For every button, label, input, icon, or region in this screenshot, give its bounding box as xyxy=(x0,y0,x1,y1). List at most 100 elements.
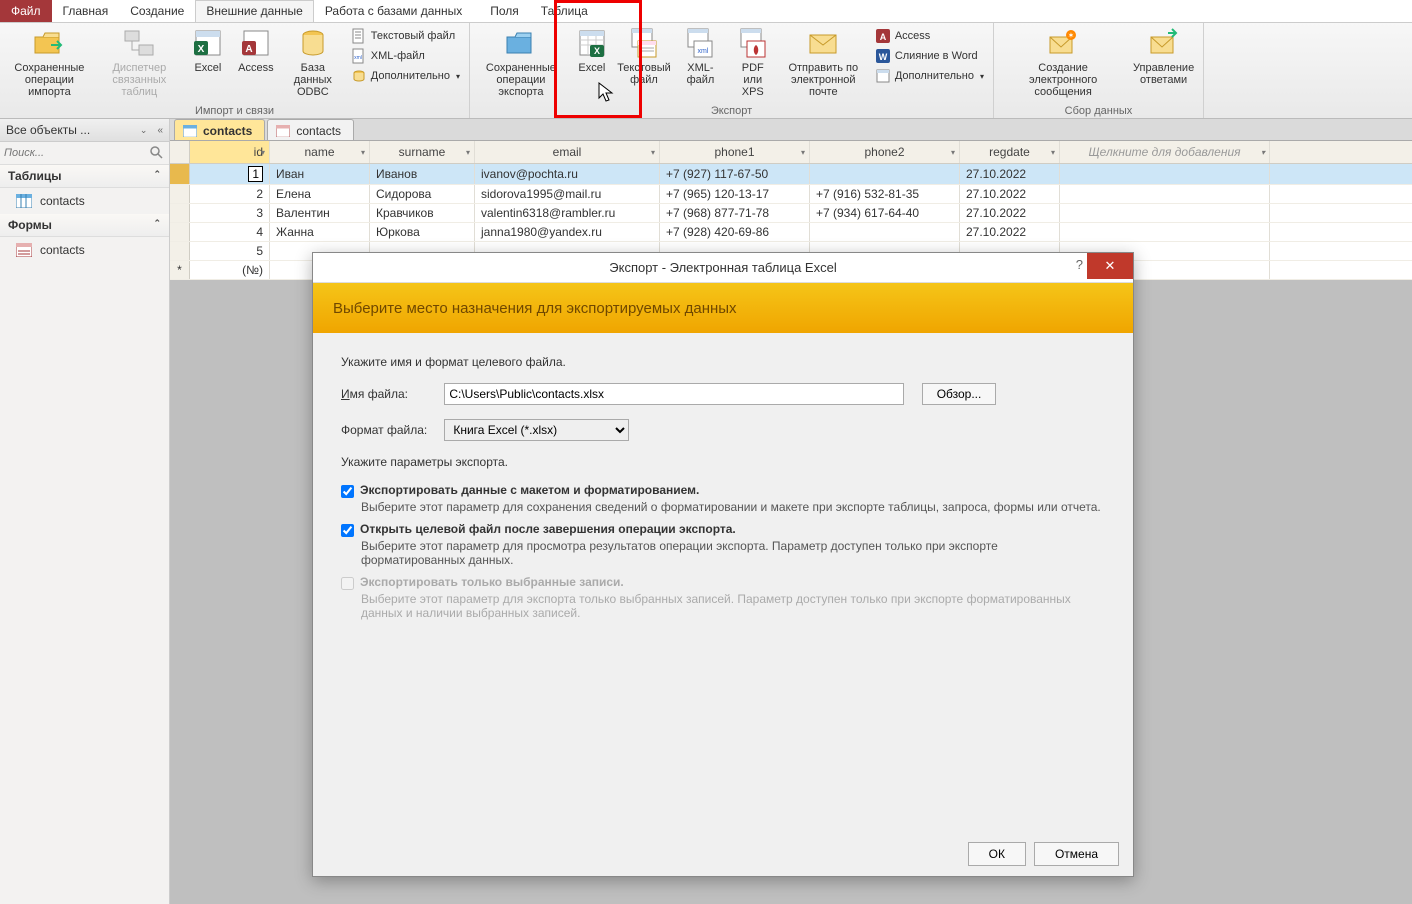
database-icon xyxy=(297,27,329,59)
export-word-merge-button[interactable]: WСлияние в Word xyxy=(872,47,987,65)
dialog-instr1: Укажите имя и формат целевого файла. xyxy=(341,355,1105,369)
col-email[interactable]: email▾ xyxy=(475,141,660,163)
folder-import-icon xyxy=(33,27,65,59)
chevron-up-icon: ⌃ xyxy=(153,169,161,183)
col-phone1[interactable]: phone1▾ xyxy=(660,141,810,163)
svg-text:A: A xyxy=(245,44,252,55)
svg-text:xml: xml xyxy=(698,48,709,55)
more-icon xyxy=(351,68,367,84)
search-icon[interactable] xyxy=(149,145,165,161)
doc-tab-contacts-form[interactable]: contacts xyxy=(267,119,354,140)
col-add[interactable]: Щелкните для добавления▾ xyxy=(1060,141,1270,163)
nav-group-forms[interactable]: Формы⌃ xyxy=(0,214,169,237)
table-row[interactable]: 2ЕленаСидороваsidorova1995@mail.ru+7 (96… xyxy=(170,185,1412,204)
folder-export-icon xyxy=(505,27,537,59)
cancel-button[interactable]: Отмена xyxy=(1034,842,1119,866)
doc-tab-contacts-active[interactable]: contacts xyxy=(174,119,265,140)
xml-file-icon: xml xyxy=(351,48,367,64)
chk-selected-desc: Выберите этот параметр для экспорта толь… xyxy=(361,592,1105,620)
import-access-button[interactable]: A Access xyxy=(234,25,278,76)
import-more-button[interactable]: Дополнительно▾ xyxy=(348,67,463,85)
chk-open-label: Открыть целевой файл после завершения оп… xyxy=(360,522,736,536)
form-object-icon xyxy=(276,125,290,137)
replies-icon xyxy=(1148,27,1180,59)
text-file-icon xyxy=(351,28,367,44)
table-row[interactable]: 4ЖаннаЮрковаjanna1980@yandex.ru+7 (928) … xyxy=(170,223,1412,242)
more-export-icon xyxy=(875,68,891,84)
manage-replies-button[interactable]: Управление ответами xyxy=(1130,25,1197,88)
import-xml-button[interactable]: xmlXML-файл xyxy=(348,47,463,65)
export-more-button[interactable]: Дополнительно▾ xyxy=(872,67,987,85)
chk-open[interactable] xyxy=(341,524,354,537)
chevron-up-icon: ⌃ xyxy=(153,218,161,232)
col-id[interactable]: id▾ xyxy=(190,141,270,163)
tab-file[interactable]: Файл xyxy=(0,0,52,22)
tab-table[interactable]: Таблица xyxy=(530,0,599,22)
col-regdate[interactable]: regdate▾ xyxy=(960,141,1060,163)
col-name[interactable]: name▾ xyxy=(270,141,370,163)
filename-label: Имя файла: xyxy=(341,387,441,401)
export-text-button[interactable]: Текстовый файл xyxy=(618,25,670,88)
excel-export-icon: X xyxy=(576,27,608,59)
nav-table-contacts[interactable]: contacts xyxy=(0,188,169,214)
tab-fields[interactable]: Поля xyxy=(479,0,530,22)
format-label: Формат файла: xyxy=(341,423,441,437)
table-row[interactable]: 1ИванИвановivanov@pochta.ru+7 (927) 117-… xyxy=(170,164,1412,185)
chk-layout[interactable] xyxy=(341,485,354,498)
ok-button[interactable]: ОК xyxy=(968,842,1026,866)
linked-tables-icon xyxy=(123,27,155,59)
export-excel-button[interactable]: X Excel xyxy=(570,25,614,76)
tab-dbtools[interactable]: Работа с базами данных xyxy=(314,0,473,22)
export-access-button[interactable]: AAccess xyxy=(872,27,987,45)
tab-external-data[interactable]: Внешние данные xyxy=(195,0,314,22)
access-small-icon: A xyxy=(875,28,891,44)
nav-header[interactable]: Все объекты ... ⌄ « xyxy=(0,119,169,142)
tab-home[interactable]: Главная xyxy=(52,0,120,22)
table-row[interactable]: 3ВалентинКравчиковvalentin6318@rambler.r… xyxy=(170,204,1412,223)
nav-search-input[interactable] xyxy=(4,147,149,159)
access-icon: A xyxy=(240,27,272,59)
xml-export-icon: xml xyxy=(684,27,716,59)
col-surname[interactable]: surname▾ xyxy=(370,141,475,163)
text-export-icon xyxy=(628,27,660,59)
chk-layout-label: Экспортировать данные с макетом и формат… xyxy=(360,483,699,497)
new-row-id: (№) xyxy=(190,261,270,279)
tab-create[interactable]: Создание xyxy=(119,0,195,22)
chk-open-desc: Выберите этот параметр для просмотра рез… xyxy=(361,539,1105,567)
import-group-label: Импорт и связи xyxy=(6,104,463,117)
col-phone2[interactable]: phone2▾ xyxy=(810,141,960,163)
word-icon: W xyxy=(875,48,891,64)
svg-text:X: X xyxy=(198,44,205,55)
import-text-button[interactable]: Текстовый файл xyxy=(348,27,463,45)
svg-text:xml: xml xyxy=(354,55,362,61)
import-odbc-button[interactable]: База данных ODBC xyxy=(282,25,344,100)
export-pdf-button[interactable]: PDF или XPS xyxy=(731,25,775,100)
export-xml-button[interactable]: xml XML-файл xyxy=(674,25,727,88)
linked-table-manager-button: Диспетчер связанных таблиц xyxy=(97,25,182,100)
dialog-help-button[interactable]: ? xyxy=(1076,257,1083,272)
saved-imports-button[interactable]: Сохраненные операции импорта xyxy=(6,25,93,100)
saved-exports-button[interactable]: Сохраненные операции экспорта xyxy=(476,25,566,100)
export-group-label: Экспорт xyxy=(476,104,987,117)
collect-group-label: Сбор данных xyxy=(1000,104,1197,117)
svg-text:W: W xyxy=(879,52,888,62)
import-excel-button[interactable]: X Excel xyxy=(186,25,230,76)
nav-form-contacts[interactable]: contacts xyxy=(0,237,169,263)
create-email-button[interactable]: ✶ Создание электронного сообщения xyxy=(1000,25,1126,100)
envelope-icon xyxy=(807,27,839,59)
nav-group-tables[interactable]: Таблицы⌃ xyxy=(0,165,169,188)
chk-layout-desc: Выберите этот параметр для сохранения св… xyxy=(361,500,1105,514)
select-all-cell[interactable] xyxy=(170,141,190,163)
table-object-icon xyxy=(183,125,197,137)
new-mail-icon: ✶ xyxy=(1047,27,1079,59)
table-object-icon xyxy=(16,194,32,208)
form-object-icon xyxy=(16,243,32,257)
dialog-close-button[interactable]: ✕ xyxy=(1087,253,1133,279)
format-select[interactable]: Книга Excel (*.xlsx) xyxy=(444,419,629,441)
filename-input[interactable] xyxy=(444,383,904,405)
collapse-nav-icon[interactable]: « xyxy=(157,125,163,136)
browse-button[interactable]: Обзор... xyxy=(922,383,997,405)
export-email-button[interactable]: Отправить по электронной почте xyxy=(779,25,868,100)
excel-icon: X xyxy=(192,27,224,59)
dialog-instr2: Укажите параметры экспорта. xyxy=(341,455,1105,469)
